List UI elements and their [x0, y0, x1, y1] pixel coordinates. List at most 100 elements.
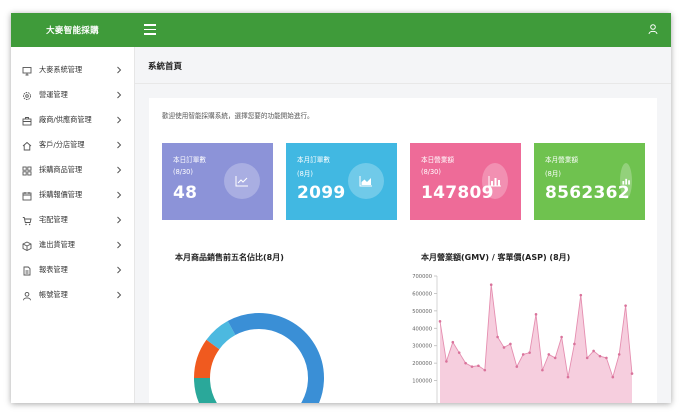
pie-slice-3[interactable] [206, 321, 236, 350]
data-point[interactable] [457, 351, 461, 354]
chevron-right-icon [117, 116, 122, 124]
data-point[interactable] [483, 368, 487, 372]
data-point[interactable] [617, 353, 621, 356]
stat-card-month-orders[interactable]: 本月訂單數 (8月) 2099 [286, 143, 397, 220]
chevron-right-icon [117, 166, 122, 174]
pie-chart [194, 313, 324, 403]
y-tick-label: 300000 [412, 344, 432, 350]
person-icon [23, 291, 31, 301]
sidebar-item-label: 客戶/分店管理 [39, 140, 85, 149]
data-point[interactable] [521, 353, 525, 356]
data-point[interactable] [560, 335, 563, 339]
sidebar-item-quotes[interactable]: 採購報價管理 [11, 185, 134, 207]
chevron-right-icon [117, 66, 122, 74]
sidebar: 大麥系統管理 營運管理 廠商/供應商管理 客戶/分店管理 採購商品管理 採購報價… [11, 47, 135, 403]
stat-value: 8562362 [545, 183, 630, 203]
user-icon[interactable] [647, 23, 659, 35]
pie-chart-title: 本月商品銷售前五名佔比(8月) [175, 253, 284, 262]
chevron-right-icon [117, 241, 122, 249]
data-point[interactable] [489, 283, 493, 287]
data-point[interactable] [624, 304, 627, 307]
data-point[interactable] [579, 293, 583, 297]
calendar-icon [22, 192, 32, 201]
page-title: 系統首頁 [148, 62, 183, 72]
sidebar-item-label: 報表管理 [39, 265, 68, 274]
area-chart-icon [348, 163, 384, 199]
stat-period: (8/30) [173, 168, 193, 176]
store-icon [22, 117, 32, 126]
sidebar-item-customers[interactable]: 客戶/分店管理 [11, 135, 134, 157]
data-point[interactable] [477, 364, 480, 368]
sidebar-item-label: 進出貨管理 [39, 240, 75, 249]
data-point[interactable] [445, 360, 448, 363]
chevron-right-icon [117, 141, 122, 149]
divider [135, 83, 671, 84]
area-chart: 700000 600000 500000 400000 300000 200000 1000… [412, 274, 634, 403]
sidebar-item-label: 大麥系統管理 [39, 65, 83, 74]
data-point[interactable] [496, 335, 499, 339]
data-point[interactable] [630, 372, 634, 375]
y-tick-label: 600000 [412, 291, 432, 297]
chevron-right-icon [117, 191, 122, 199]
data-point[interactable] [438, 320, 442, 323]
dashboard-panel: 歡迎使用智能採購系統，選擇您要的功能開始進行。 本日訂單數 (8/30) 48 … [149, 98, 657, 403]
data-point[interactable] [553, 356, 557, 360]
y-tick-label: 100000 [412, 379, 432, 385]
cart-icon [22, 217, 32, 226]
data-point[interactable] [470, 365, 474, 368]
data-point[interactable] [585, 356, 589, 360]
sidebar-item-label: 帳號管理 [39, 290, 68, 299]
data-point[interactable] [534, 313, 538, 316]
data-point[interactable] [464, 361, 467, 365]
document-icon [23, 266, 31, 276]
stat-value: 2099 [297, 183, 346, 203]
stat-card-today-orders[interactable]: 本日訂單數 (8/30) 48 [162, 143, 273, 220]
main-content: 系統首頁 歡迎使用智能採購系統，選擇您要的功能開始進行。 本日訂單數 (8/30… [135, 47, 671, 403]
data-point[interactable] [515, 365, 519, 368]
sidebar-item-reports[interactable]: 報表管理 [11, 260, 134, 282]
data-point[interactable] [566, 375, 570, 379]
data-point[interactable] [502, 346, 506, 349]
sidebar-item-label: 採購報價管理 [39, 190, 83, 199]
sidebar-item-label: 營運管理 [39, 90, 68, 99]
area-fill [440, 284, 632, 403]
welcome-message: 歡迎使用智能採購系統，選擇您要的功能開始進行。 [162, 112, 314, 120]
sidebar-item-accounts[interactable]: 帳號管理 [11, 285, 134, 307]
data-point[interactable] [573, 342, 576, 346]
sidebar-item-operations[interactable]: 營運管理 [11, 85, 134, 107]
stat-label: 本月營業額 [545, 156, 578, 164]
data-point[interactable] [547, 353, 551, 356]
data-point[interactable] [541, 368, 544, 372]
data-point[interactable] [592, 349, 595, 353]
y-tick-label: 700000 [412, 274, 432, 280]
pie-slice-2[interactable] [194, 339, 220, 379]
sidebar-item-system[interactable]: 大麥系統管理 [11, 60, 134, 82]
data-point[interactable] [509, 342, 512, 346]
data-point[interactable] [611, 375, 615, 379]
data-point[interactable] [528, 351, 531, 354]
data-point[interactable] [598, 354, 602, 358]
sidebar-item-delivery[interactable]: 宅配管理 [11, 210, 134, 232]
data-point[interactable] [451, 340, 455, 344]
sidebar-item-products[interactable]: 採購商品管理 [11, 160, 134, 182]
stat-card-month-revenue[interactable]: 本月營業額 (8月) 8562362 [534, 143, 645, 220]
pie-slice-1[interactable] [194, 377, 217, 403]
line-chart-icon [224, 163, 260, 199]
stat-value: 48 [173, 183, 198, 203]
gear-icon [23, 92, 31, 100]
data-point[interactable] [605, 356, 608, 360]
sidebar-item-inventory[interactable]: 進出貨管理 [11, 235, 134, 257]
stat-card-today-revenue[interactable]: 本日營業額 (8/30) 147809 [410, 143, 521, 220]
sidebar-item-vendors[interactable]: 廠商/供應商管理 [11, 110, 134, 132]
stat-label: 本日營業額 [421, 156, 454, 164]
stat-label: 本日訂單數 [173, 156, 206, 164]
bar-chart-icon [482, 163, 508, 199]
grid-icon [22, 166, 32, 176]
stat-label: 本月訂單數 [297, 156, 330, 164]
pie-slice-4[interactable] [227, 313, 260, 336]
hamburger-icon[interactable] [144, 24, 156, 36]
brand-title[interactable]: 大麥智能採購 [11, 13, 134, 47]
app-window: 大麥智能採購 大麥系統管理 營運管理 廠商/供應商管理 客戶/分店管理 採購商品… [11, 13, 671, 403]
y-tick-label: 500000 [412, 309, 432, 315]
sidebar-item-label: 採購商品管理 [39, 165, 83, 174]
